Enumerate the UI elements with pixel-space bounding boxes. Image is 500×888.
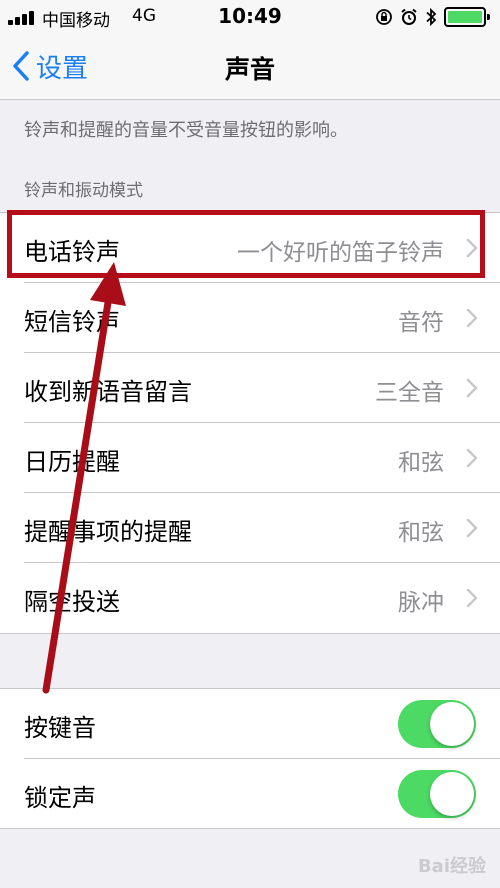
status-icons — [375, 6, 490, 28]
row-reminder-alerts[interactable]: 提醒事项的提醒 和弦 — [0, 493, 500, 563]
row-airdrop[interactable]: 隔空投送 脉冲 — [0, 563, 500, 633]
orientation-lock-icon — [376, 9, 392, 25]
row-value: 脉冲 — [398, 590, 444, 616]
row-value: 音符 — [398, 310, 444, 336]
row-value: 一个好听的笛子铃声 — [237, 240, 444, 266]
toggles-group: 按键音 锁定声 — [0, 688, 500, 829]
row-text-tone[interactable]: 短信铃声 音符 — [0, 283, 500, 353]
chevron-right-icon — [466, 308, 478, 328]
row-ringtone[interactable]: 电话铃声 一个好听的笛子铃声 — [0, 213, 500, 283]
navigation-bar: 设置 声音 — [0, 34, 500, 100]
row-label: 短信铃声 — [24, 308, 120, 336]
row-label: 日历提醒 — [24, 448, 120, 476]
row-new-voicemail[interactable]: 收到新语音留言 三全音 — [0, 353, 500, 423]
chevron-right-icon — [466, 588, 478, 608]
row-label: 电话铃声 — [24, 238, 120, 266]
battery-icon — [444, 7, 490, 27]
status-bar: 中国移动 4G 10:49 — [0, 0, 500, 34]
chevron-right-icon — [466, 378, 478, 398]
row-value: 和弦 — [398, 450, 444, 476]
row-label: 按键音 — [24, 714, 96, 742]
bluetooth-icon — [426, 7, 437, 27]
chevron-right-icon — [466, 448, 478, 468]
lock-sound-toggle[interactable] — [398, 770, 476, 818]
row-calendar-alerts[interactable]: 日历提醒 和弦 — [0, 423, 500, 493]
chevron-right-icon — [466, 238, 478, 258]
section-header-ringtones: 铃声和振动模式 — [24, 181, 143, 201]
row-label: 收到新语音留言 — [24, 378, 192, 406]
keyboard-clicks-toggle[interactable] — [398, 700, 476, 748]
watermark: Bai经验 — [417, 856, 486, 877]
row-label: 锁定声 — [24, 784, 96, 812]
row-lock-sound: 锁定声 — [0, 759, 500, 829]
volume-footnote: 铃声和提醒的音量不受音量按钮的影响。 — [24, 120, 348, 141]
row-label: 提醒事项的提醒 — [24, 518, 192, 546]
row-value: 三全音 — [375, 380, 444, 406]
row-keyboard-clicks: 按键音 — [0, 689, 500, 759]
page-title: 声音 — [224, 55, 275, 84]
alarm-icon — [401, 8, 417, 25]
row-label: 隔空投送 — [24, 588, 120, 616]
chevron-right-icon — [466, 518, 478, 538]
row-value: 和弦 — [398, 520, 444, 546]
sounds-group: 电话铃声 一个好听的笛子铃声 短信铃声 音符 收到新语音留言 三全音 日历提醒 … — [0, 212, 500, 634]
